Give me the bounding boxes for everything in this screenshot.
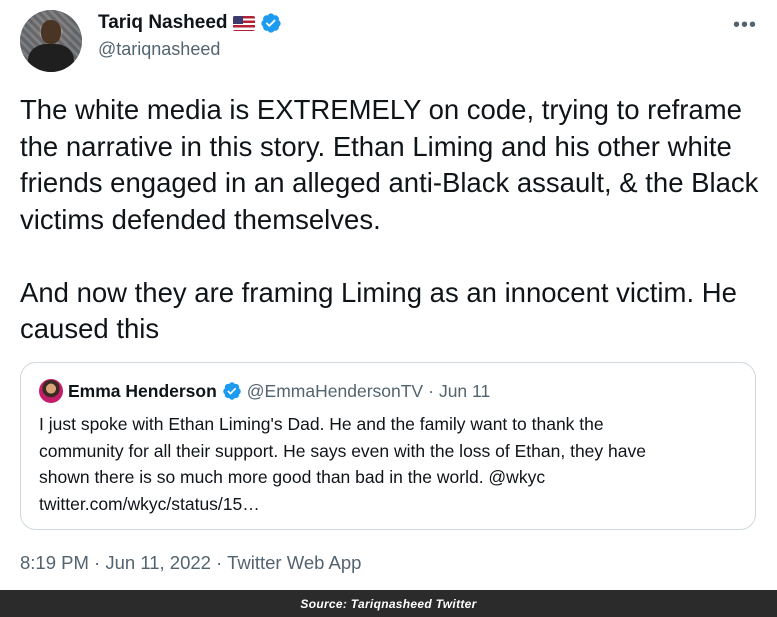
author-handle[interactable]: @tariqnasheed [98,39,220,60]
author-avatar[interactable] [20,10,82,72]
tweet-time[interactable]: 8:19 PM [20,552,89,573]
quoted-tweet-text: I just spoke with Ethan Liming's Dad. He… [39,414,646,514]
quoted-author-avatar [39,379,63,403]
tweet-date[interactable]: Jun 11, 2022 [105,552,211,573]
quoted-separator: · [428,380,434,401]
quoted-tweet[interactable]: Emma Henderson @EmmaHendersonTV · Jun 11… [20,362,756,530]
quoted-author-handle: @EmmaHendersonTV [246,380,424,401]
verified-badge-icon [260,13,281,33]
tweet-text: The white media is EXTREMELY on code, tr… [20,94,759,344]
author-display-name[interactable]: Tariq Nasheed [98,12,228,34]
more-options-icon[interactable]: ••• [733,14,757,37]
tweet-source[interactable]: Twitter Web App [227,552,361,573]
us-flag-icon [232,15,255,31]
source-caption: Source: Tariqnasheed Twitter [300,596,477,611]
author-name-row: Tariq Nasheed [98,12,282,34]
meta-separator: · [94,552,101,573]
meta-separator: · [216,552,223,573]
quoted-date[interactable]: Jun 11 [439,381,490,402]
tweet-meta: 8:19 PM · Jun 11, 2022 · Twitter Web App [20,552,361,574]
verified-badge-icon [223,382,241,400]
quoted-tweet-header: Emma Henderson @EmmaHendersonTV · Jun 11 [39,379,490,403]
source-caption-bar: Source: Tariqnasheed Twitter [0,590,777,617]
tweet-card: Tariq Nasheed @tariqnasheed ••• The whit… [0,0,777,590]
quoted-author-name: Emma Henderson [68,380,217,401]
